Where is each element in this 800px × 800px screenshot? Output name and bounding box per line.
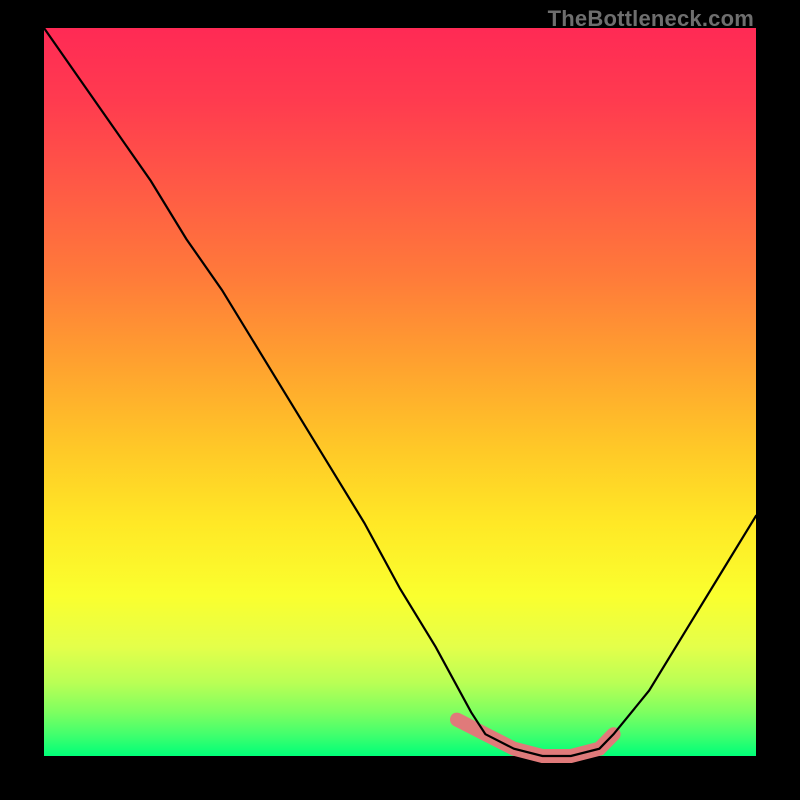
chart-frame: TheBottleneck.com [0,0,800,800]
curve-layer [44,28,756,756]
main-curve [44,28,756,756]
plot-area [44,28,756,756]
